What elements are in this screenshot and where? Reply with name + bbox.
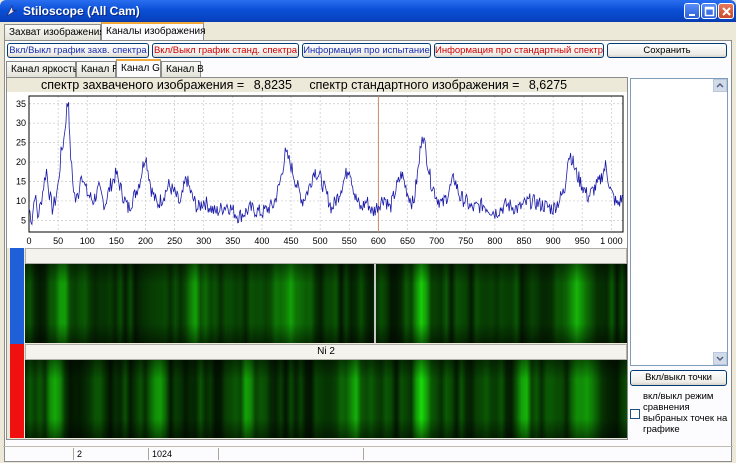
status-cell-5: [363, 448, 733, 460]
standard-spectrum-label: спектр стандартного изображения =: [309, 78, 520, 92]
x-tick-label: 150: [109, 236, 124, 246]
y-tick-label: 5: [21, 215, 26, 225]
tab-channel-b-label: Канал B: [166, 64, 204, 75]
captured-spectrum-value: 8,8235: [253, 78, 292, 92]
minimize-button[interactable]: [684, 3, 700, 19]
x-tick-label: 50: [53, 236, 63, 246]
close-button[interactable]: [718, 3, 734, 19]
standard-color-bar: [10, 344, 24, 438]
toggle-standard-spectrum-button[interactable]: Вкл/Выкл график станд. спектра: [152, 43, 299, 58]
x-tick-label: 100: [80, 236, 95, 246]
client-area: Захват изображения Каналы изображения Вк…: [3, 22, 733, 462]
x-tick-label: 350: [225, 236, 240, 246]
x-tick-label: 400: [254, 236, 269, 246]
spectrum-position-marker: [374, 264, 376, 343]
standard-spectrum-caption-bar: Ni 2: [25, 344, 627, 360]
scroll-up-button[interactable]: [713, 79, 727, 92]
spectrum-shading: [25, 360, 627, 438]
chevron-down-icon: [716, 356, 724, 362]
status-cell-4: [218, 448, 363, 460]
x-tick-label: 1 000: [600, 236, 623, 246]
scroll-down-button[interactable]: [713, 352, 727, 365]
toggle-points-button[interactable]: Вкл/выкл точки: [630, 370, 727, 386]
chart-header: спектр захваченого изображения = 8,8235 …: [41, 78, 567, 92]
chevron-up-icon: [716, 82, 724, 88]
save-button[interactable]: Сохранить: [607, 43, 727, 58]
x-tick-label: 500: [313, 236, 328, 246]
captured-spectrum-caption-bar: [25, 248, 627, 264]
standard-spectrum-image[interactable]: [25, 360, 627, 438]
spectrum-shading: [25, 264, 627, 343]
x-tick-label: 550: [342, 236, 357, 246]
chart-background: [7, 92, 627, 248]
x-tick-label: 900: [546, 236, 561, 246]
tab-channel-brightness-label: Канал яркость: [11, 64, 78, 75]
compare-points-checkbox[interactable]: [630, 409, 640, 419]
x-tick-label: 300: [196, 236, 211, 246]
compare-points-label: вкл/выкл режим сравнения выбраных точек …: [643, 391, 728, 435]
tab-capture[interactable]: Захват изображения: [4, 24, 105, 40]
tab-channels-label: Каналы изображения: [106, 26, 206, 37]
x-tick-label: 950: [575, 236, 590, 246]
window-title: Stiloscope (All Cam): [23, 4, 140, 18]
tab-channel-brightness[interactable]: Канал яркость: [6, 61, 78, 77]
tab-channel-g-label: Канал G: [121, 63, 160, 74]
captured-spectrum-image[interactable]: [25, 264, 627, 343]
x-tick-label: 750: [458, 236, 473, 246]
close-icon: [722, 7, 731, 16]
x-tick-label: 600: [371, 236, 386, 246]
x-tick-label: 700: [429, 236, 444, 246]
minimize-icon: [689, 14, 695, 16]
status-cell-1: [3, 448, 73, 460]
maximize-icon: [704, 6, 715, 17]
spectrum-chart[interactable]: 0 50 100 150 200 250 300 350 400 450 500 550 600 650 7…: [7, 92, 627, 248]
tab-channel-r[interactable]: Канал R: [76, 61, 120, 77]
tab-channel-g[interactable]: Канал G: [116, 59, 161, 77]
standard-spectrum-value: 8,6275: [528, 78, 568, 92]
tab-channel-b[interactable]: Канал B: [161, 61, 204, 77]
app-icon: [6, 4, 18, 18]
y-tick-label: 30: [16, 118, 26, 128]
points-list[interactable]: [630, 78, 728, 366]
tab-channel-r-label: Канал R: [81, 64, 120, 75]
maximize-button[interactable]: [701, 3, 717, 19]
y-tick-label: 25: [16, 138, 26, 148]
y-tick-label: 35: [16, 99, 26, 109]
x-tick-label: 250: [167, 236, 182, 246]
captured-spectrum-label: спектр захваченого изображения =: [41, 78, 245, 92]
status-cell-2: 2: [73, 448, 148, 460]
status-cell-3: 1024: [148, 448, 218, 460]
tab-capture-label: Захват изображения: [9, 27, 105, 38]
x-tick-label: 0: [26, 236, 31, 246]
y-tick-label: 15: [16, 176, 26, 186]
standard-spectrum-name: Ni 2: [317, 346, 335, 357]
status-bar: 2 1024: [3, 446, 733, 460]
title-bar[interactable]: Stiloscope (All Cam): [0, 0, 736, 22]
captured-color-bar: [10, 248, 24, 344]
x-tick-label: 450: [284, 236, 299, 246]
y-tick-label: 10: [16, 196, 26, 206]
standard-spectrum-info-button[interactable]: Информация про стандартный спектр: [434, 43, 604, 58]
toggle-captured-spectrum-button[interactable]: Вкл/Выкл график захв. спектра: [7, 43, 149, 58]
test-info-button[interactable]: Информация про испытание: [302, 43, 431, 58]
y-tick-label: 20: [16, 157, 26, 167]
x-tick-label: 650: [400, 236, 415, 246]
x-tick-label: 800: [487, 236, 502, 246]
x-tick-label: 200: [138, 236, 153, 246]
x-tick-label: 850: [516, 236, 531, 246]
tab-channels[interactable]: Каналы изображения: [101, 22, 206, 40]
